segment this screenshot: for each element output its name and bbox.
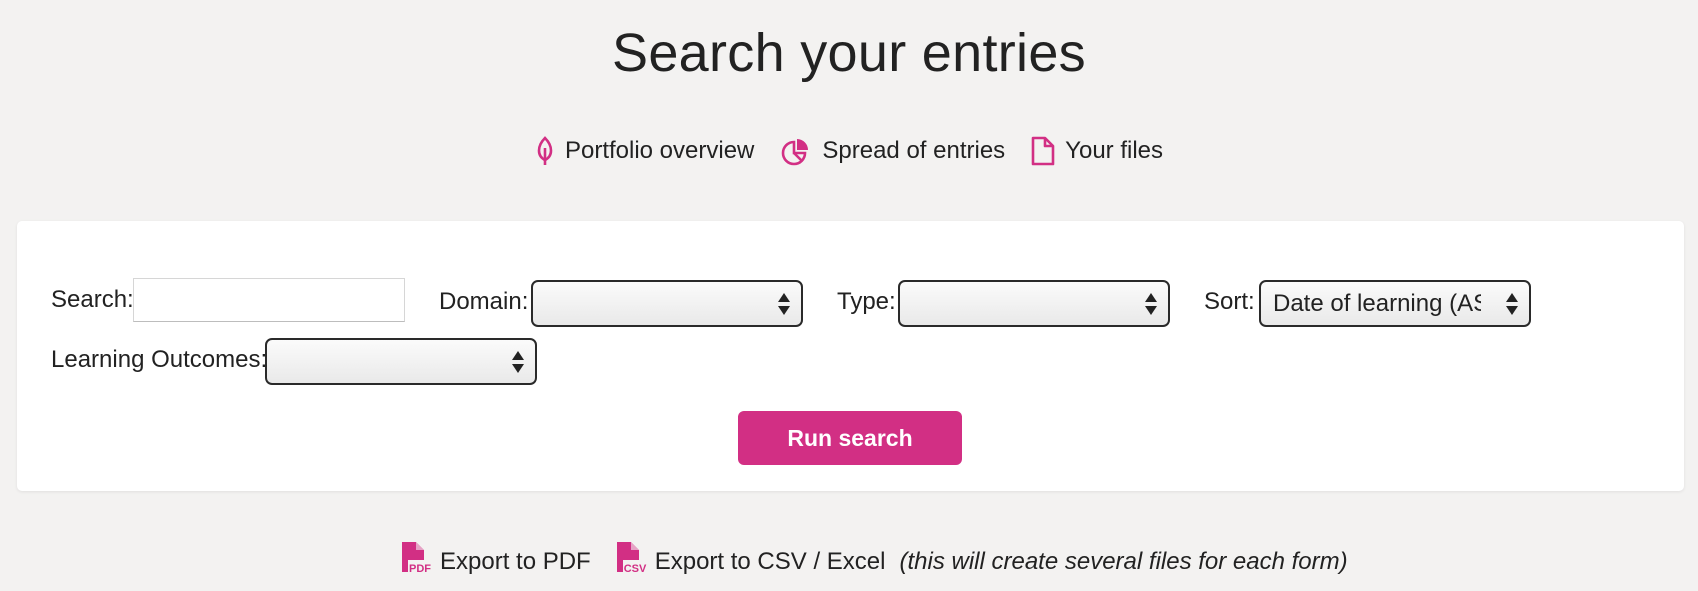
- search-label: Search:: [51, 286, 134, 313]
- type-select[interactable]: [898, 280, 1170, 327]
- select-arrows-icon: [1506, 292, 1518, 315]
- page: Search your entries Portfolio overview S…: [0, 0, 1698, 591]
- sort-select-value: Date of learning (ASC: [1273, 289, 1481, 317]
- domain-label: Domain:: [439, 288, 529, 315]
- nav-links: Portfolio overview Spread of entries You…: [0, 136, 1698, 166]
- page-title: Search your entries: [612, 23, 1086, 83]
- sort-select[interactable]: Date of learning (ASC: [1259, 280, 1531, 327]
- export-csv-note: (this will create several files for each…: [899, 547, 1348, 575]
- nav-item-label: Spread of entries: [822, 137, 1006, 164]
- domain-select[interactable]: [531, 280, 803, 327]
- export-csv-label: Export to CSV / Excel: [654, 547, 886, 575]
- file-icon: [1031, 136, 1055, 166]
- select-arrows-icon: [512, 350, 524, 373]
- sort-label: Sort:: [1204, 288, 1255, 315]
- learning-outcomes-select[interactable]: [265, 338, 537, 385]
- nav-item-portfolio-overview[interactable]: Portfolio overview: [535, 136, 754, 166]
- export-links: PDF Export to PDF CSV Export to CSV / Ex…: [400, 541, 1348, 582]
- export-csv-link[interactable]: CSV Export to CSV / Excel (this will cre…: [615, 541, 1348, 582]
- nav-item-spread-of-entries[interactable]: Spread of entries: [780, 136, 1005, 166]
- search-input[interactable]: [133, 278, 405, 322]
- learning-outcomes-label: Learning Outcomes:: [51, 346, 268, 373]
- csv-file-icon: CSV: [615, 541, 647, 582]
- pdf-file-icon: PDF: [400, 541, 432, 582]
- svg-text:CSV: CSV: [623, 563, 646, 575]
- nav-item-label: Your files: [1065, 137, 1164, 164]
- leaf-icon: [535, 136, 555, 166]
- svg-text:PDF: PDF: [409, 563, 431, 575]
- select-arrows-icon: [778, 292, 790, 315]
- run-search-button[interactable]: Run search: [738, 411, 962, 465]
- nav-item-your-files[interactable]: Your files: [1031, 136, 1163, 166]
- nav-item-label: Portfolio overview: [564, 137, 755, 164]
- export-pdf-link[interactable]: PDF Export to PDF: [400, 541, 591, 582]
- export-pdf-label: Export to PDF: [440, 547, 591, 575]
- type-label: Type:: [837, 288, 896, 315]
- pie-chart-icon: [780, 136, 812, 166]
- select-arrows-icon: [1145, 292, 1157, 315]
